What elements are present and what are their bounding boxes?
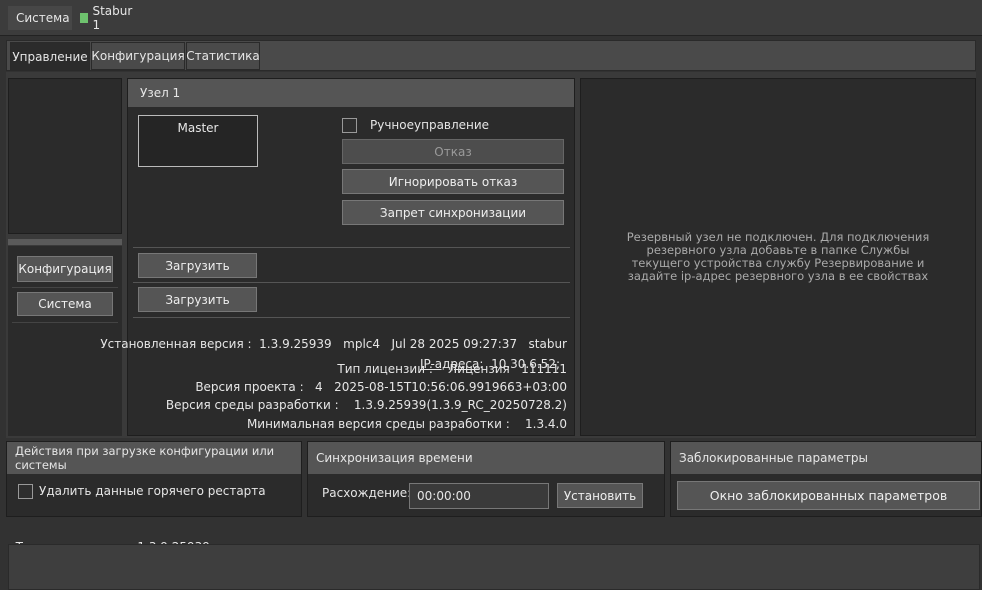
node-info: Установленная версия : 1.3.9.25939 mplc4… <box>100 323 567 433</box>
min-dev-env-version: Минимальная версия среды разработки : 1.… <box>246 417 567 431</box>
group-title: Заблокированные параметры <box>679 451 868 465</box>
project-version: Версия проекта : 4 2025-08-15T10:56:06.9… <box>195 380 567 394</box>
node-role: Master <box>177 121 219 135</box>
button-label: Загрузить <box>165 292 230 307</box>
divider <box>133 317 570 318</box>
ignore-fail-button[interactable]: Игнорировать отказ <box>342 169 564 194</box>
button-label: Установить <box>563 488 637 503</box>
set-time-button[interactable]: Установить <box>557 483 643 508</box>
window-tab-stabur[interactable]: Stabur 1 <box>76 4 140 32</box>
fail-button[interactable]: Отказ <box>342 139 564 164</box>
tab-configuration[interactable]: Конфигурация <box>91 42 185 70</box>
node-header: Узел 1 <box>128 79 574 107</box>
node-title: Узел 1 <box>140 86 181 100</box>
window-tab-label: Система <box>16 11 70 25</box>
button-label: Окно заблокированных параметров <box>709 488 948 503</box>
tab-label: Конфигурация <box>91 49 185 63</box>
node-role-box: Master <box>138 115 258 167</box>
status-green-icon <box>80 13 89 23</box>
group-title: Действия при загрузке конфигурации или с… <box>15 444 275 472</box>
manual-control-checkbox[interactable] <box>342 118 357 133</box>
load-button-1[interactable]: Загрузить <box>138 253 257 278</box>
drift-label: Расхождение: <box>322 486 412 500</box>
tab-label: Управление <box>12 49 88 64</box>
blocked-params-header: Заблокированные параметры <box>671 442 981 474</box>
window-tab-system[interactable]: Система <box>8 6 72 30</box>
delete-hot-restart-label: Удалить данные горячего рестарта <box>39 484 266 498</box>
configuration-button[interactable]: Конфигурация <box>17 256 113 282</box>
dev-env-version: Версия среды разработки : 1.3.9.25939(1.… <box>165 398 567 412</box>
button-label: Игнорировать отказ <box>388 174 518 189</box>
divider <box>12 287 118 288</box>
license-type: Тип лицензии : Лицензия 111111 <box>337 362 567 376</box>
window-tab-bar: Система Stabur 1 <box>0 0 982 36</box>
button-label: Система <box>38 297 92 311</box>
tab-control[interactable]: Управление <box>10 42 90 70</box>
load-button-2[interactable]: Загрузить <box>138 287 257 312</box>
window-tab-label: Stabur 1 <box>92 4 133 32</box>
reserve-message: Резервный узел не подключен. Для подключ… <box>626 230 930 283</box>
time-sync-header: Синхронизация времени <box>308 442 664 474</box>
node-list[interactable] <box>8 78 122 234</box>
delete-hot-restart-checkbox[interactable] <box>18 484 33 499</box>
blocked-params-window-button[interactable]: Окно заблокированных параметров <box>677 481 980 510</box>
tab-label: Статистика <box>186 49 260 63</box>
system-button[interactable]: Система <box>17 292 113 316</box>
button-label: Запрет синхронизации <box>379 205 527 220</box>
splitter[interactable] <box>8 239 122 245</box>
group-title: Синхронизация времени <box>316 451 473 465</box>
drift-input[interactable]: 00:00:00 <box>409 483 549 509</box>
sync-block-button[interactable]: Запрет синхронизации <box>342 200 564 225</box>
manual-control-label: Ручноеуправление <box>370 118 490 132</box>
button-label: Отказ <box>434 144 472 159</box>
button-label: Загрузить <box>165 258 230 273</box>
log-area[interactable] <box>8 544 980 590</box>
divider <box>133 282 570 283</box>
button-label: Конфигурация <box>18 262 112 276</box>
reserve-node-panel: Резервный узел не подключен. Для подключ… <box>580 78 976 436</box>
tab-statistics[interactable]: Статистика <box>186 42 260 70</box>
installed-version-label: Установленная версия : <box>100 337 252 351</box>
divider <box>133 247 570 248</box>
load-actions-header: Действия при загрузке конфигурации или с… <box>7 442 301 474</box>
